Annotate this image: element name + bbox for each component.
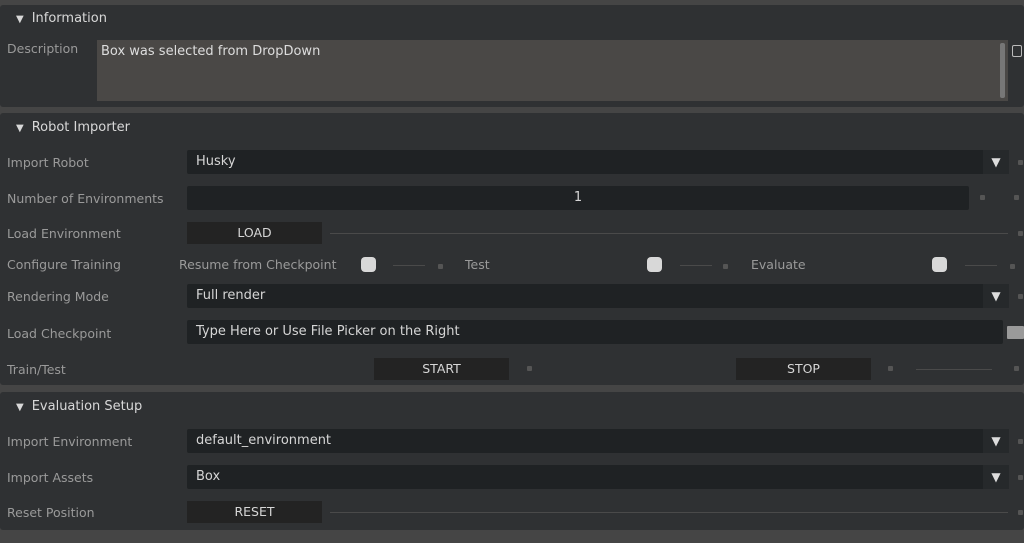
divider	[330, 512, 1008, 513]
test-label: Test	[465, 257, 490, 272]
information-section: ▼ Information Description Box was selecte…	[0, 5, 1024, 107]
load-button[interactable]: LOAD	[187, 222, 322, 244]
robot-importer-header[interactable]: ▼ Robot Importer	[16, 118, 130, 138]
reset-dot[interactable]	[1018, 510, 1023, 515]
import-assets-dropdown[interactable]: Box ▼	[187, 465, 1009, 489]
start-button[interactable]: START	[374, 358, 509, 380]
description-field[interactable]: Box was selected from DropDown	[97, 40, 1008, 101]
train-test-label: Train/Test	[7, 362, 66, 377]
reset-dot[interactable]	[1018, 160, 1023, 165]
field-value: 1	[573, 190, 583, 205]
resume-checkbox[interactable]	[361, 257, 376, 272]
robot-importer-section: ▼ Robot Importer Import Robot Husky ▼ Numb…	[0, 113, 1024, 385]
evaluate-label: Evaluate	[751, 257, 806, 272]
reset-position-label: Reset Position	[7, 505, 95, 520]
reset-dot[interactable]	[1018, 439, 1023, 444]
import-environment-label: Import Environment	[7, 434, 133, 449]
reset-dot[interactable]	[1014, 195, 1019, 200]
reset-dot[interactable]	[1010, 264, 1015, 269]
section-title: Evaluation Setup	[31, 399, 143, 414]
reset-dot[interactable]	[1018, 475, 1023, 480]
reset-dot[interactable]	[1018, 294, 1023, 299]
reset-button[interactable]: RESET	[187, 501, 322, 523]
chevron-down-icon: ▼	[983, 284, 1009, 308]
rendering-mode-dropdown[interactable]: Full render ▼	[187, 284, 1009, 308]
reset-dot[interactable]	[888, 366, 893, 371]
information-header[interactable]: ▼ Information	[16, 9, 107, 29]
scrollbar[interactable]	[1000, 43, 1005, 98]
section-title: Robot Importer	[31, 120, 131, 135]
import-assets-label: Import Assets	[7, 470, 94, 485]
reset-dot[interactable]	[438, 264, 443, 269]
section-title: Information	[31, 11, 107, 26]
rendering-mode-label: Rendering Mode	[7, 289, 109, 304]
load-checkpoint-label: Load Checkpoint	[7, 326, 112, 341]
chevron-down-icon: ▼	[983, 465, 1009, 489]
test-checkbox[interactable]	[647, 257, 662, 272]
input-placeholder: Type Here or Use File Picker on the Righ…	[196, 324, 460, 339]
collapse-triangle-icon: ▼	[16, 14, 24, 25]
collapse-triangle-icon: ▼	[16, 402, 24, 413]
description-text: Box was selected from DropDown	[101, 44, 321, 59]
divider	[680, 265, 712, 266]
dropdown-value: Box	[196, 469, 221, 484]
dropdown-value: default_environment	[196, 433, 332, 448]
num-envs-field[interactable]: 1	[187, 186, 969, 210]
import-environment-dropdown[interactable]: default_environment ▼	[187, 429, 1009, 453]
evaluation-setup-header[interactable]: ▼ Evaluation Setup	[16, 397, 142, 417]
configure-training-label: Configure Training	[7, 257, 121, 272]
divider	[393, 265, 425, 266]
collapse-triangle-icon: ▼	[16, 123, 24, 134]
chevron-down-icon: ▼	[983, 150, 1009, 174]
num-envs-label: Number of Environments	[7, 191, 164, 206]
chevron-down-icon: ▼	[983, 429, 1009, 453]
reset-dot[interactable]	[1014, 366, 1019, 371]
import-robot-label: Import Robot	[7, 155, 89, 170]
dropdown-value: Husky	[196, 154, 236, 169]
evaluation-setup-section: ▼ Evaluation Setup Import Environment def…	[0, 392, 1024, 530]
description-label: Description	[7, 41, 79, 56]
reset-dot[interactable]	[527, 366, 532, 371]
divider	[330, 233, 1008, 234]
checkpoint-path-input[interactable]: Type Here or Use File Picker on the Righ…	[187, 320, 1003, 344]
reset-dot[interactable]	[1018, 231, 1023, 236]
copy-icon[interactable]	[1012, 45, 1022, 57]
dropdown-value: Full render	[196, 288, 266, 303]
divider	[916, 369, 992, 370]
stop-button[interactable]: STOP	[736, 358, 871, 380]
folder-icon[interactable]	[1007, 326, 1024, 339]
load-env-label: Load Environment	[7, 226, 121, 241]
reset-dot[interactable]	[980, 195, 985, 200]
resume-label: Resume from Checkpoint	[179, 257, 337, 272]
evaluate-checkbox[interactable]	[932, 257, 947, 272]
divider	[965, 265, 997, 266]
reset-dot[interactable]	[723, 264, 728, 269]
import-robot-dropdown[interactable]: Husky ▼	[187, 150, 1009, 174]
